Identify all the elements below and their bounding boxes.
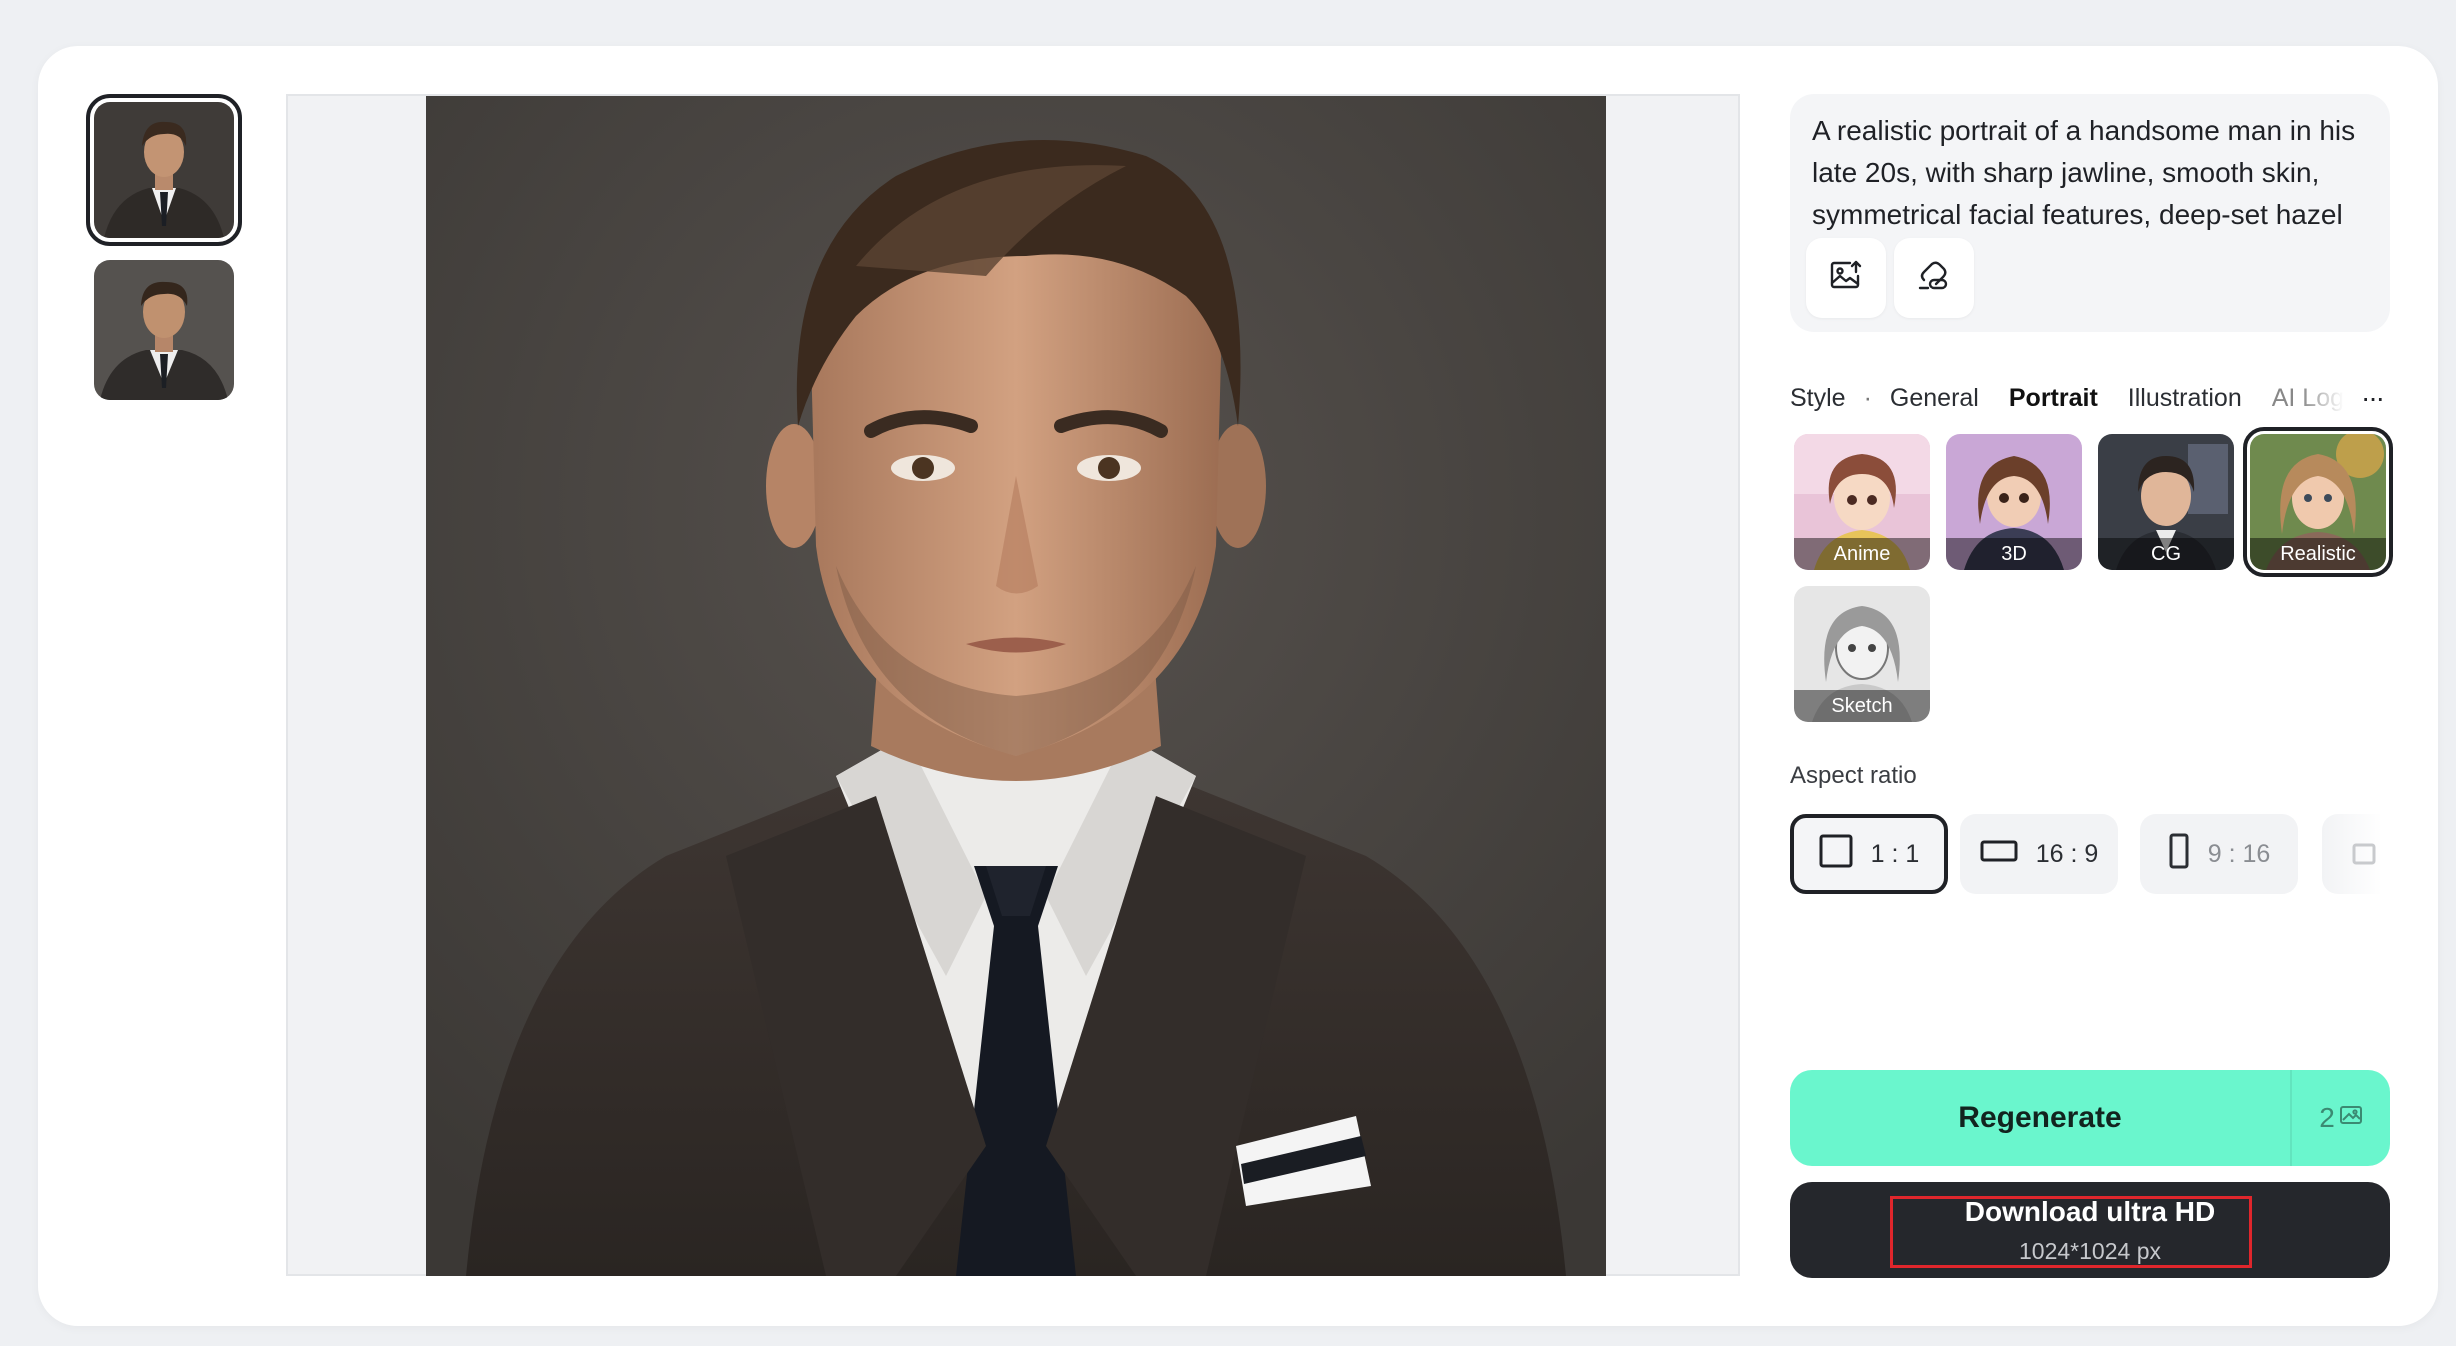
aspect-option-9-16[interactable]: 9 : 16 [2140, 814, 2298, 894]
generated-image [426, 96, 1606, 1276]
more-icon: ··· [2361, 382, 2385, 413]
aspect-option-label: 9 : 16 [2207, 839, 2271, 868]
prompt-text[interactable]: A realistic portrait of a handsome man i… [1812, 110, 2372, 238]
style-option-label: Anime [1794, 538, 1930, 570]
landscape-icon [1980, 839, 2018, 870]
credit-count: 2 [2319, 1102, 2335, 1133]
preview-canvas [286, 94, 1740, 1276]
download-ultra-hd-button[interactable]: Download ultra HD 1024*1024 px [1790, 1182, 2390, 1278]
portrait-icon [2168, 833, 2190, 876]
square-icon [1819, 834, 1853, 875]
style-option-label: Realistic [2250, 538, 2386, 570]
regenerate-cost: 2 [2290, 1070, 2390, 1166]
aspect-option-16-9[interactable]: 16 : 9 [1960, 814, 2118, 894]
style-option-sketch[interactable]: Sketch [1794, 586, 1930, 722]
regenerate-label: Regenerate [1958, 1101, 2122, 1134]
style-option-label: 3D [1946, 538, 2082, 570]
style-option-realistic[interactable]: Realistic [2243, 427, 2393, 577]
style-option-anime[interactable]: Anime [1794, 434, 1930, 570]
style-label: Style [1790, 383, 1846, 412]
aspect-option-more[interactable] [2322, 814, 2382, 894]
tab-general[interactable]: General [1890, 384, 1979, 413]
aspect-option-label: 1 : 1 [1870, 839, 1920, 868]
eraser-button[interactable] [1894, 238, 1974, 318]
regenerate-button[interactable]: Regenerate 2 [1790, 1070, 2390, 1166]
credit-icon [2339, 1102, 2363, 1134]
tab-portrait[interactable]: Portrait [2009, 384, 2098, 413]
style-option-cg[interactable]: CG [2098, 434, 2234, 570]
ratio-icon [2352, 842, 2376, 871]
tab-ai-log[interactable]: AI Log [2272, 384, 2344, 413]
style-option-label: Sketch [1794, 690, 1930, 722]
image-upload-button[interactable] [1806, 238, 1886, 318]
more-styles-button[interactable]: ··· [2354, 382, 2390, 414]
tab-illustration[interactable]: Illustration [2128, 384, 2242, 413]
prompt-box[interactable]: A realistic portrait of a handsome man i… [1790, 94, 2390, 332]
image-upload-icon [1828, 258, 1864, 299]
aspect-option-1-1[interactable]: 1 : 1 [1790, 814, 1948, 894]
history-thumbnail-2[interactable] [94, 260, 234, 400]
style-separator: · [1863, 383, 1872, 412]
download-size: 1024*1024 px [2019, 1238, 2161, 1264]
style-option-label: CG [2098, 538, 2234, 570]
history-thumbnail-1[interactable] [86, 94, 242, 246]
download-label: Download ultra HD [1964, 1196, 2216, 1227]
aspect-option-label: 16 : 9 [2035, 839, 2099, 868]
eraser-icon [1916, 258, 1952, 299]
style-tabs: Style · General Portrait Illustration AI… [1790, 382, 2374, 414]
style-option-3d[interactable]: 3D [1946, 434, 2082, 570]
aspect-ratio-label: Aspect ratio [1790, 762, 1917, 789]
